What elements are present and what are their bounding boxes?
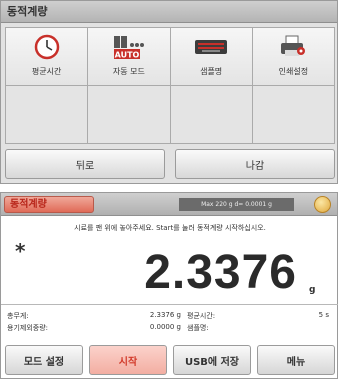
- empty-tile: [88, 86, 171, 144]
- menu-footer: 뒤로 나감: [5, 149, 335, 179]
- exit-button[interactable]: 나감: [175, 149, 335, 179]
- tile-print-settings[interactable]: 인쇄설정: [252, 28, 335, 86]
- weight-reading: 2.3376: [144, 246, 297, 299]
- tile-auto-mode[interactable]: AUTO 자동 모드: [88, 28, 171, 86]
- start-button[interactable]: 시작: [89, 345, 167, 375]
- tare-value: 0.0000 g: [149, 323, 181, 331]
- divider: [1, 304, 338, 305]
- sample-name-label: 샘플명:: [187, 324, 209, 332]
- stability-indicator: *: [15, 239, 26, 263]
- tile-sample-name-label: 샘플명: [200, 67, 223, 76]
- clock-icon: [30, 34, 64, 60]
- mode-setup-button[interactable]: 모드 설정: [5, 345, 83, 375]
- tile-average-time[interactable]: 평균시간: [6, 28, 89, 86]
- capacity-spec: Max 220 g d= 0.0001 g: [179, 198, 294, 211]
- empty-tile: [170, 86, 253, 144]
- menu-screen-title: 동적계량: [1, 1, 337, 23]
- average-time-label: 평균시간:: [187, 312, 216, 320]
- tare-label: 용기제외중량:: [7, 324, 48, 332]
- instruction-text: 시료를 팬 위에 놓아주세요. Start를 눌러 동적계량 시작하십시오.: [74, 224, 266, 232]
- svg-text:AUTO: AUTO: [115, 51, 140, 60]
- weigh-footer: 모드 설정 시작 USB에 저장 메뉴: [5, 345, 335, 375]
- empty-tile: [6, 86, 89, 144]
- weigh-screen: 동적계량 Max 220 g d= 0.0001 g 시료를 팬 위에 놓아주세…: [0, 192, 338, 379]
- menu-screen: 동적계량 평균시간 AUTO 자동 모드 샘플명 인쇄설정 뒤로 나감: [0, 0, 338, 184]
- tile-average-time-label: 평균시간: [31, 67, 62, 76]
- weigh-screen-header: 동적계량 Max 220 g d= 0.0001 g: [1, 193, 337, 216]
- menu-button[interactable]: 메뉴: [257, 345, 335, 375]
- empty-tile: [252, 86, 335, 144]
- gross-value: 2.3376 g: [149, 311, 181, 319]
- keyboard-icon: [194, 34, 228, 60]
- menu-grid: 평균시간 AUTO 자동 모드 샘플명 인쇄설정: [5, 27, 335, 144]
- average-time-value: 5 s: [318, 311, 329, 319]
- level-bubble-icon[interactable]: [314, 196, 331, 213]
- tile-sample-name[interactable]: 샘플명: [170, 28, 253, 86]
- usb-save-button[interactable]: USB에 저장: [173, 345, 251, 375]
- weigh-screen-title[interactable]: 동적계량: [4, 196, 94, 213]
- back-button[interactable]: 뒤로: [5, 149, 165, 179]
- tile-auto-mode-label: 자동 모드: [112, 67, 145, 76]
- weight-unit[interactable]: g: [309, 285, 315, 295]
- gross-label: 총무게:: [7, 312, 29, 320]
- tile-print-settings-label: 인쇄설정: [278, 67, 309, 76]
- auto-mode-icon: AUTO: [112, 34, 146, 60]
- printer-icon: [276, 34, 310, 60]
